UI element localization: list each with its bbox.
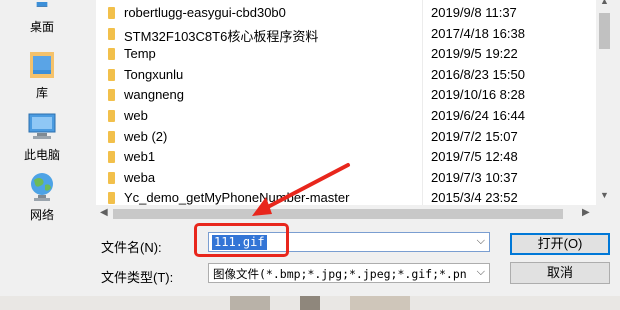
nav-item-desktop[interactable]: 桌面 (0, 2, 84, 35)
filetype-label: 文件类型(T): (101, 270, 174, 285)
file-modified-date: 2019/9/5 19:22 (431, 46, 518, 62)
file-name: Tongxunlu (124, 66, 184, 82)
file-row[interactable]: web1 2019/7/5 12:48 (96, 146, 596, 167)
scroll-down-icon[interactable]: ▼ (600, 190, 609, 200)
file-modified-date: 2015/3/4 23:52 (431, 190, 518, 205)
folder-icon (108, 171, 115, 184)
desktop-icon (36, 2, 48, 7)
folder-icon (108, 151, 115, 164)
file-modified-date: 2017/4/18 16:38 (431, 25, 525, 41)
file-row[interactable]: web (2) 2019/7/2 15:07 (96, 126, 596, 147)
nav-item-label: 此电脑 (23, 148, 60, 162)
nav-item-label: 桌面 (29, 20, 54, 34)
open-button[interactable]: 打开(O) (510, 233, 610, 255)
folder-icon (108, 130, 115, 143)
folder-icon (108, 89, 115, 102)
file-name: Temp (124, 46, 156, 62)
horizontal-scroll-thumb[interactable] (113, 209, 563, 219)
nav-item-this-pc[interactable]: 此电脑 (0, 110, 84, 163)
file-modified-date: 2019/7/3 10:37 (431, 169, 518, 185)
file-name: wangneng (124, 87, 184, 103)
file-modified-date: 2019/7/2 15:07 (431, 128, 518, 144)
vertical-scroll-thumb[interactable] (599, 13, 610, 49)
horizontal-scrollbar[interactable]: ◀ ▶ (96, 205, 596, 223)
file-row[interactable]: Yc_demo_getMyPhoneNumber-master 2015/3/4 … (96, 187, 596, 205)
navigation-scrollbar[interactable] (84, 0, 94, 290)
folder-icon (108, 27, 115, 40)
library-icon (30, 52, 54, 78)
file-modified-date: 2019/6/24 16:44 (431, 108, 525, 123)
annotation-highlight-box (194, 223, 289, 257)
file-row[interactable]: wangneng 2019/10/16 8:28 (96, 84, 596, 105)
file-modified-date: 2019/7/5 12:48 (431, 149, 518, 165)
file-name: Yc_demo_getMyPhoneNumber-master (124, 190, 350, 205)
file-modified-date: 2016/8/23 15:50 (431, 66, 525, 82)
folder-icon (108, 7, 115, 19)
file-row[interactable]: robertlugg-easygui-cbd30b0 2019/9/8 11:37 (96, 2, 596, 23)
navigation-pane: 桌面 库 此电脑 网络 (0, 0, 84, 290)
folder-icon (108, 48, 115, 61)
cancel-button[interactable]: 取消 (510, 262, 610, 284)
file-row[interactable]: Tongxunlu 2016/8/23 15:50 (96, 64, 596, 85)
file-row[interactable]: web 2019/6/24 16:44 (96, 105, 596, 126)
file-row[interactable]: STM32F103C8T6核心板程序资料 2017/4/18 16:38 (96, 23, 596, 44)
file-modified-date: 2019/10/16 8:28 (431, 87, 525, 103)
nav-item-network[interactable]: 网络 (0, 170, 84, 223)
file-row[interactable]: weba 2019/7/3 10:37 (96, 167, 596, 188)
file-modified-date: 2019/9/8 11:37 (431, 5, 517, 20)
filename-label: 文件名(N): (101, 240, 162, 255)
scroll-up-icon[interactable]: ▲ (600, 0, 609, 6)
file-name: web (124, 108, 148, 123)
scroll-left-icon[interactable]: ◀ (100, 207, 108, 218)
chevron-down-icon[interactable]: ⌵ (477, 235, 485, 248)
scroll-right-icon[interactable]: ▶ (582, 207, 590, 218)
file-row[interactable]: Temp 2019/9/5 19:22 (96, 43, 596, 64)
filetype-value: 图像文件(*.bmp;*.jpg;*.jpeg;*.gif;*.pn (213, 267, 467, 281)
file-list[interactable]: robertlugg-easygui-cbd30b0 2019/9/8 11:37… (96, 0, 596, 205)
folder-icon (108, 110, 115, 122)
file-name: web1 (124, 149, 156, 165)
background-strip (0, 296, 620, 310)
chevron-down-icon[interactable]: ⌵ (477, 266, 485, 279)
file-name: STM32F103C8T6核心板程序资料 (124, 28, 319, 44)
file-name: web (2) (124, 128, 168, 144)
nav-item-label: 库 (35, 86, 48, 100)
filetype-select[interactable]: 图像文件(*.bmp;*.jpg;*.jpeg;*.gif;*.pn ⌵ (208, 263, 490, 283)
file-name: robertlugg-easygui-cbd30b0 (124, 5, 286, 20)
file-name: weba (124, 169, 156, 185)
vertical-scrollbar[interactable]: ▲ ▼ (596, 0, 613, 205)
folder-icon (108, 68, 115, 81)
computer-icon (28, 113, 56, 139)
nav-item-label: 网络 (29, 208, 54, 222)
folder-icon (108, 192, 115, 205)
network-icon (31, 173, 53, 201)
scrollbar-corner (596, 205, 613, 223)
nav-item-library[interactable]: 库 (0, 48, 84, 101)
